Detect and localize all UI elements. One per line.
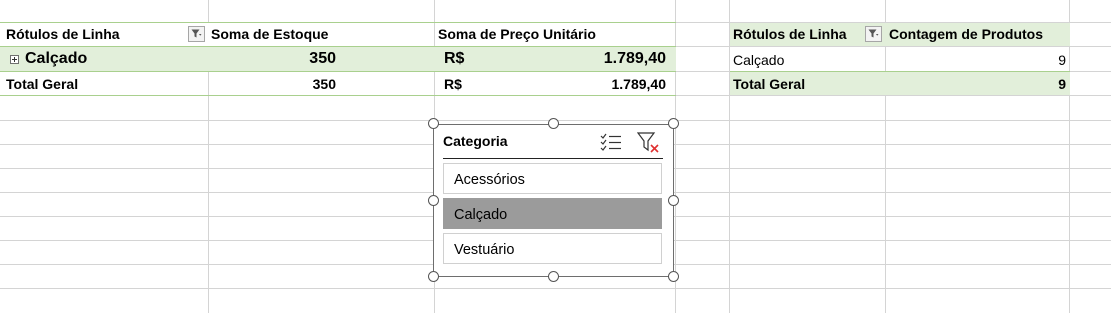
slicer-item-calcado[interactable]: Calçado	[443, 198, 662, 229]
pivot2-count-header[interactable]: Contagem de Produtos	[889, 26, 1043, 42]
slicer-item-acessorios[interactable]: Acessórios	[443, 163, 662, 194]
pivot1-total-label[interactable]: Total Geral	[6, 76, 78, 92]
slicer-title: Categoria	[443, 133, 508, 149]
resize-handle-top-right[interactable]	[668, 118, 679, 129]
multi-select-icon[interactable]	[600, 133, 622, 151]
resize-handle-left[interactable]	[428, 195, 439, 206]
pivot1-total-price[interactable]: 1.789,40	[435, 76, 667, 92]
resize-handle-bottom[interactable]	[548, 271, 559, 282]
pivot2-row-labels-header[interactable]: Rótulos de Linha	[733, 26, 847, 42]
slicer-header-separator	[443, 158, 663, 159]
pivot2-row-label[interactable]: Calçado	[733, 52, 784, 68]
filter-icon	[191, 29, 202, 38]
pivot1-row-labels-header[interactable]: Rótulos de Linha	[6, 26, 120, 42]
pivot1-price-sum-header[interactable]: Soma de Preço Unitário	[438, 26, 596, 42]
resize-handle-bottom-right[interactable]	[668, 271, 679, 282]
slicer-item-vestuario[interactable]: Vestuário	[443, 233, 662, 264]
pivot1-row-stock[interactable]: 350	[209, 50, 336, 68]
filter-icon	[868, 29, 879, 38]
resize-handle-top-left[interactable]	[428, 118, 439, 129]
pivot1-total-bottom-border	[0, 95, 676, 96]
pivot1-row-price[interactable]: 1.789,40	[435, 50, 666, 68]
pivot1-row-label[interactable]: Calçado	[25, 50, 87, 68]
pivot1-stock-sum-header[interactable]: Soma de Estoque	[211, 26, 328, 42]
resize-handle-top[interactable]	[548, 118, 559, 129]
pivot1-header-top-border	[0, 22, 676, 23]
clear-filter-icon[interactable]	[637, 132, 660, 153]
pivot1-data-row-border	[0, 71, 676, 72]
pivot1-total-stock[interactable]: 350	[209, 76, 336, 92]
pivot2-total-top-border	[730, 71, 1070, 72]
pivot2-total-count[interactable]: 9	[886, 76, 1066, 92]
pivot2-total-label[interactable]: Total Geral	[733, 76, 805, 92]
category-slicer[interactable]: Categoria Acessórios Calçado Vestuário	[433, 124, 674, 277]
row-filter-button-2[interactable]	[865, 26, 882, 42]
expand-icon[interactable]	[10, 55, 19, 64]
pivot2-row-count[interactable]: 9	[886, 52, 1066, 68]
resize-handle-bottom-left[interactable]	[428, 271, 439, 282]
resize-handle-right[interactable]	[668, 195, 679, 206]
row-filter-button[interactable]	[188, 26, 205, 42]
